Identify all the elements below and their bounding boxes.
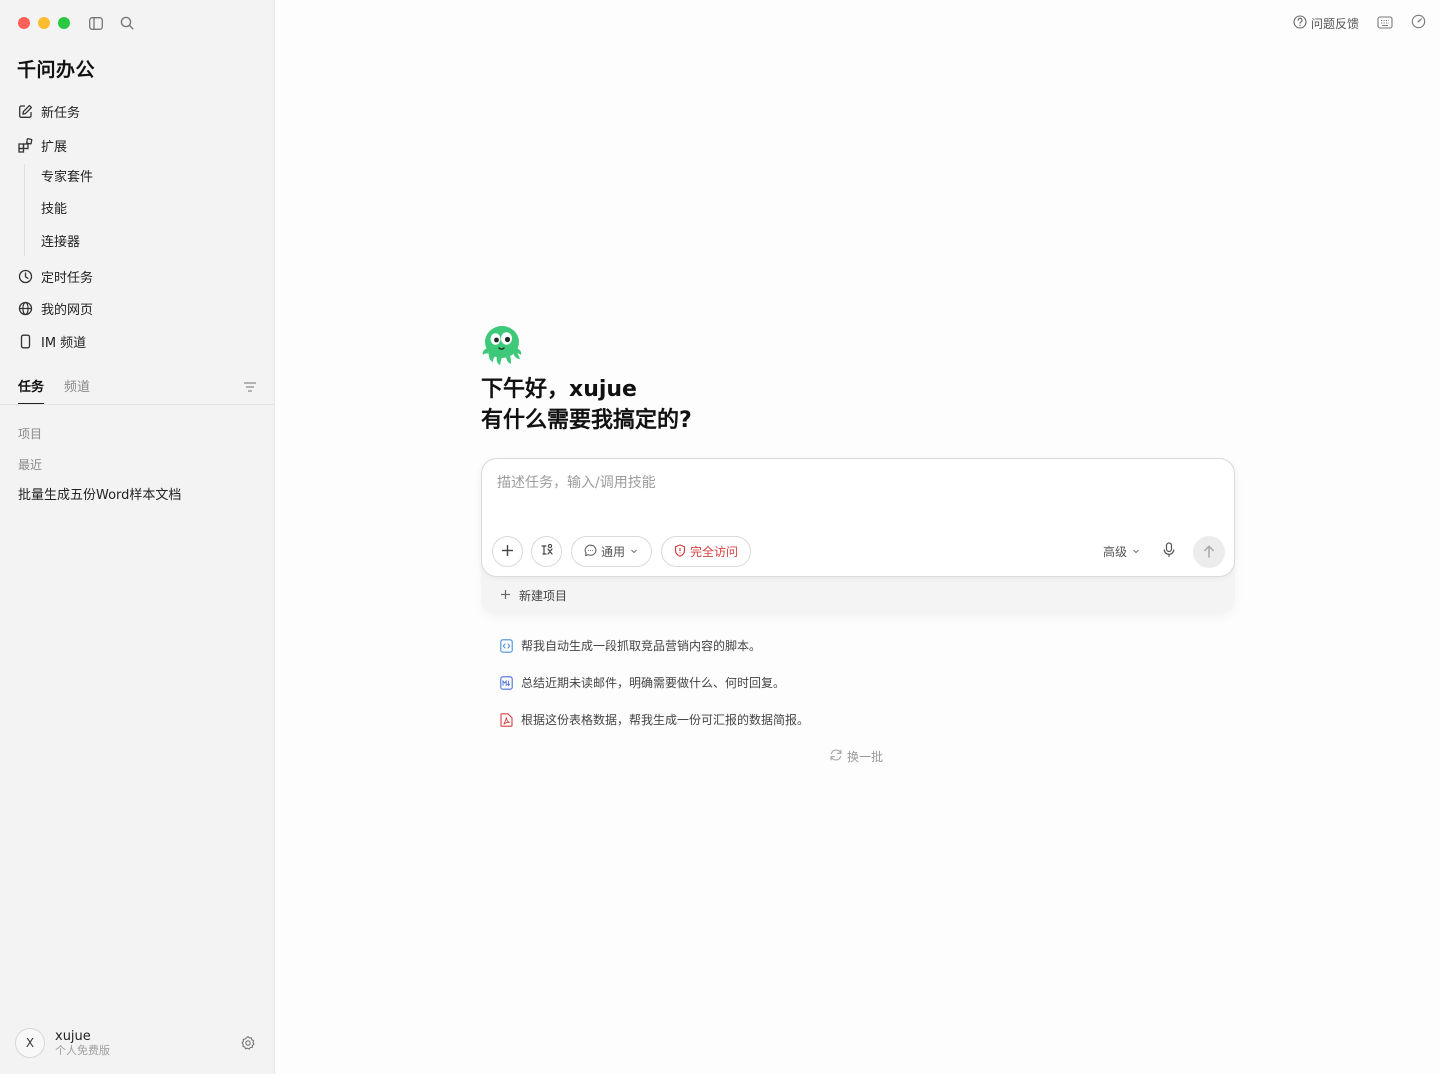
- refresh-label: 换一批: [847, 750, 884, 764]
- suggestion-text: 帮我自动生成一段抓取竞品营销内容的脚本。: [521, 639, 762, 653]
- pdf-file-icon: [499, 712, 513, 727]
- suggestion-item[interactable]: 总结近期未读邮件，明确需要做什么、何时回复。: [499, 674, 785, 691]
- refresh-suggestions-button[interactable]: 换一批: [829, 748, 883, 765]
- greeting-line-1: 下午好，xujue: [481, 377, 637, 402]
- suggestion-item[interactable]: 根据这份表格数据，帮我生成一份可汇报的数据简报。: [499, 711, 809, 728]
- clock-icon: [17, 268, 33, 284]
- access-label: 完全访问: [690, 545, 739, 559]
- chat-bubble-icon: [584, 544, 597, 560]
- mode-select[interactable]: 通用: [571, 536, 653, 567]
- nav-webpages-label: 我的网页: [41, 302, 94, 318]
- nav-scheduled-label: 定时任务: [41, 270, 94, 286]
- extension-icon: [17, 137, 33, 153]
- arrow-up-icon: [1203, 543, 1215, 562]
- keyboard-icon[interactable]: [1377, 14, 1393, 33]
- tab-tasks[interactable]: 任务: [18, 376, 45, 405]
- search-icon[interactable]: [118, 14, 136, 32]
- tab-channels[interactable]: 频道: [64, 376, 90, 405]
- microphone-icon[interactable]: [1162, 542, 1176, 562]
- toggle-sidebar-icon[interactable]: [87, 14, 105, 32]
- suggestion-item[interactable]: 帮我自动生成一段抓取竞品营销内容的脚本。: [499, 637, 761, 654]
- tabs-divider: [0, 404, 275, 405]
- new-project-button[interactable]: 新建项目: [500, 587, 567, 604]
- nav-im-channel[interactable]: IM 频道: [17, 329, 86, 353]
- globe-icon: [17, 300, 33, 316]
- user-name: xujue: [55, 1028, 91, 1044]
- nav-extension-label: 扩展: [41, 139, 68, 155]
- minimize-window-button[interactable]: [38, 17, 50, 29]
- nav-expert-suite[interactable]: 专家套件: [41, 168, 93, 188]
- tools-icon: [540, 542, 554, 561]
- app-brand: 千问办公: [17, 59, 96, 81]
- nav-connectors[interactable]: 连接器: [41, 233, 80, 253]
- greeting: 下午好，xujue 有什么需要我搞定的?: [481, 374, 692, 436]
- mascot-octopus-icon: [480, 322, 526, 366]
- sidebar: 千问办公 新任务 扩展 专家套件 技能 连接器 定时任务 我的网页 IM 频道 …: [0, 0, 275, 1074]
- advanced-select[interactable]: 高级: [1103, 543, 1141, 560]
- window-controls: [18, 17, 70, 29]
- nav-my-webpages[interactable]: 我的网页: [17, 296, 93, 320]
- composer-box: 通用 完全访问 高级: [481, 458, 1235, 577]
- sidebar-tabs: 任务 频道: [18, 376, 90, 405]
- settings-gear-icon[interactable]: [240, 1035, 256, 1055]
- greeting-line-2: 有什么需要我搞定的?: [481, 408, 692, 433]
- suggestion-text: 根据这份表格数据，帮我生成一份可汇报的数据简报。: [521, 713, 810, 727]
- tools-button[interactable]: [531, 536, 562, 567]
- new-project-label: 新建项目: [519, 589, 568, 603]
- nav-scheduled-tasks[interactable]: 定时任务: [17, 264, 93, 288]
- plus-icon: [500, 589, 511, 603]
- plus-icon: [501, 542, 514, 561]
- suggestion-text: 总结近期未读邮件，明确需要做什么、何时回复。: [521, 676, 786, 690]
- code-file-icon: [499, 638, 513, 653]
- phone-icon: [17, 333, 33, 349]
- section-recent: 最近: [18, 458, 43, 472]
- send-button[interactable]: [1193, 536, 1225, 568]
- extension-tree-line: [24, 164, 25, 256]
- close-window-button[interactable]: [18, 17, 30, 29]
- advanced-label: 高级: [1103, 545, 1128, 559]
- filter-icon[interactable]: [243, 378, 257, 397]
- gauge-icon[interactable]: [1411, 14, 1426, 33]
- feedback-button[interactable]: 问题反馈: [1293, 15, 1359, 32]
- nav-new-task-label: 新任务: [41, 105, 81, 121]
- shield-alert-icon: [674, 543, 686, 560]
- nav-im-label: IM 频道: [41, 335, 87, 351]
- top-bar: 问题反馈: [1293, 14, 1426, 33]
- mode-label: 通用: [601, 545, 626, 559]
- task-input[interactable]: [497, 475, 1197, 491]
- nav-extension[interactable]: 扩展: [17, 133, 67, 157]
- help-circle-icon: [1293, 15, 1307, 32]
- feedback-label: 问题反馈: [1310, 17, 1359, 31]
- add-attachment-button[interactable]: [492, 536, 523, 567]
- nav-skills[interactable]: 技能: [41, 200, 67, 220]
- section-projects: 项目: [18, 427, 43, 441]
- maximize-window-button[interactable]: [58, 17, 70, 29]
- user-plan: 个人免费版: [55, 1043, 110, 1057]
- task-composer: 新建项目 通用 完全访问: [481, 458, 1235, 614]
- recent-task-item[interactable]: 批量生成五份Word样本文档: [18, 484, 181, 503]
- chevron-down-icon: [629, 545, 639, 559]
- markdown-file-icon: [499, 675, 513, 690]
- nav-new-task[interactable]: 新任务: [17, 99, 80, 123]
- chevron-down-icon: [1131, 545, 1141, 559]
- avatar: X: [15, 1028, 45, 1058]
- access-level-button[interactable]: 完全访问: [661, 536, 752, 567]
- user-profile[interactable]: X xujue 个人免费版: [15, 1028, 110, 1058]
- edit-icon: [17, 103, 33, 119]
- refresh-icon: [829, 748, 843, 765]
